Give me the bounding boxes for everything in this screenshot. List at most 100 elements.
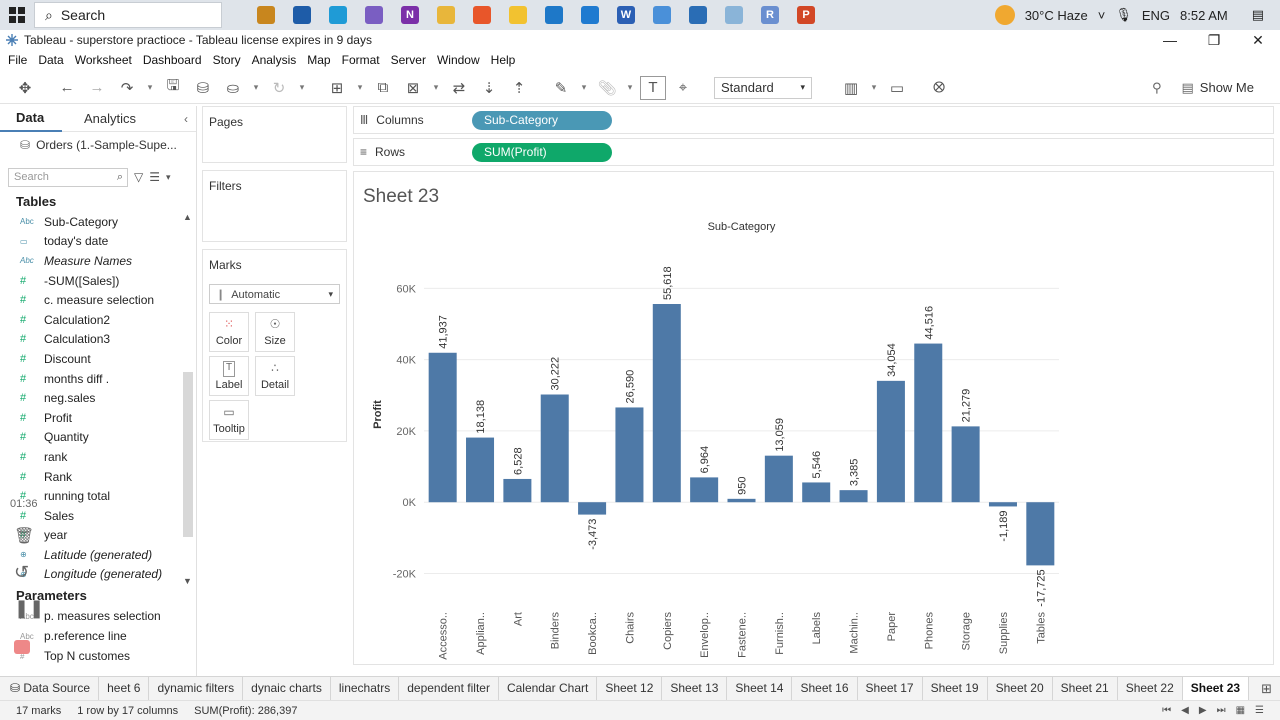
sticky-app-icon[interactable] [572,0,608,30]
onenote-app-icon[interactable]: N [392,0,428,30]
sheet-tab[interactable]: heet 6 [99,676,150,701]
pages-card[interactable]: Pages [202,106,347,163]
view-list-icon[interactable]: ☰ [149,170,160,184]
tab-data[interactable]: Data [0,106,62,132]
marks-tooltip-button[interactable]: ▭ Tooltip [209,400,249,440]
powerpoint-app-icon[interactable]: P [788,0,824,30]
menu-analysis[interactable]: Analysis [252,53,305,67]
rewind-icon[interactable]: ↺ [14,562,29,583]
chevron-down-icon[interactable]: ▾ [296,76,308,100]
rows-shelf[interactable]: ≡ Rows SUM(Profit) [353,138,1274,166]
pin-icon[interactable]: ⚲ [1152,80,1162,96]
show-cards-icon[interactable]: ▥ [838,76,864,100]
chevron-down-icon[interactable]: ▾ [430,76,442,100]
briefcase-app-icon[interactable] [248,0,284,30]
sheet-tab[interactable]: dynamic filters [149,676,244,701]
clock[interactable]: 8:52 AM [1180,8,1228,23]
new-datasource-icon[interactable]: ⛁ [190,76,216,100]
grid-view-icon[interactable]: ▦ [1236,705,1245,716]
sheet-tab[interactable]: Sheet 21 [1053,676,1118,701]
field-item[interactable]: # rank [0,447,196,467]
sheet-tab[interactable]: linechatrs [331,676,400,701]
clear-sheet-icon[interactable]: ⊠ [400,76,426,100]
datasource-item[interactable]: ⛁ Orders (1.-Sample-Supe... [0,132,196,158]
marks-detail-button[interactable]: ∴ Detail [255,356,295,396]
firefox-app-icon[interactable] [464,0,500,30]
sheet-tab[interactable]: Sheet 12 [597,676,663,701]
sheet-tab[interactable]: Sheet 22 [1118,676,1183,701]
presentation-mode-icon[interactable]: ▭ [884,76,910,100]
fit-dropdown[interactable]: Standard ▾ [714,76,812,99]
first-sheet-icon[interactable]: ⏮︎ [1162,705,1171,716]
filter-icon[interactable]: ▽ [134,170,143,184]
prev-sheet-icon[interactable]: ◀ [1181,705,1189,716]
field-item[interactable]: # neg.sales [0,388,196,408]
pause-icon[interactable]: ❚❚ [14,598,44,619]
field-item[interactable]: ⊕ Latitude (generated) [0,545,196,565]
tableau-app-icon[interactable] [644,0,680,30]
notification-icon[interactable]: ▤ [1252,7,1264,23]
field-item[interactable]: # Calculation2 [0,310,196,330]
marks-color-button[interactable]: ⁙ Color [209,312,249,352]
menu-help[interactable]: Help [491,53,524,67]
photos-app-icon[interactable] [680,0,716,30]
new-worksheet-icon[interactable]: ⊞ [324,76,350,100]
share-icon[interactable]: ⭙ [926,76,952,100]
swap-rows-columns-icon[interactable]: ⇄ [446,76,472,100]
field-list-scrollbar[interactable]: ▲ ▼ [183,212,193,586]
store-app-icon[interactable] [284,0,320,30]
chevron-down-icon[interactable]: ▾ [250,76,262,100]
next-sheet-icon[interactable]: ▶ [1199,705,1207,716]
show-mark-labels-icon[interactable]: T [640,75,666,100]
menu-story[interactable]: Story [213,53,249,67]
duplicate-sheet-icon[interactable]: ⧉ [370,76,396,100]
group-members-icon[interactable]: 📎︎ [594,76,620,100]
sub-category-pill[interactable]: Sub-Category [472,110,612,130]
windows-start-icon[interactable] [0,0,34,30]
field-search-input[interactable]: Search ⌕ [8,167,128,187]
save-icon[interactable]: 🖫︎ [160,76,186,100]
close-icon[interactable]: ✕ [1236,32,1280,49]
scroll-down-icon[interactable]: ▼ [183,576,192,586]
menu-worksheet[interactable]: Worksheet [75,53,140,67]
scroll-thumb[interactable] [183,372,193,537]
sheet-tab[interactable]: Sheet 13 [662,676,728,701]
highlight-icon[interactable]: ✎ [548,76,574,100]
menu-dashboard[interactable]: Dashboard [143,53,210,67]
refresh-icon[interactable]: ↻ [266,76,292,100]
chrome-app-icon[interactable] [356,0,392,30]
edge-app-icon[interactable] [320,0,356,30]
tab-analytics[interactable]: Analytics [62,111,136,126]
last-sheet-icon[interactable]: ⏭︎ [1217,705,1226,716]
fix-axes-icon[interactable]: ⌖ [670,76,696,100]
trash-icon[interactable]: 🗑︎ [14,526,34,546]
field-item[interactable]: # c. measure selection [0,290,196,310]
chevron-up-icon[interactable]: ˅ [1098,8,1106,23]
notepad-app-icon[interactable] [716,0,752,30]
sheet-tab[interactable]: Sheet 20 [988,676,1053,701]
paint-app-icon[interactable] [500,0,536,30]
redo-icon[interactable]: → [84,76,110,100]
minimize-icon[interactable]: — [1148,32,1192,49]
marks-size-button[interactable]: ☉ Size [255,312,295,352]
taskbar-search[interactable]: ⌕ Search [34,2,222,28]
sheet-tab[interactable]: Sheet 16 [792,676,858,701]
record-icon[interactable] [14,640,30,654]
scroll-up-icon[interactable]: ▲ [183,212,192,222]
new-worksheet-icon[interactable]: ⊞ [1261,681,1272,697]
tab-data-source[interactable]: ⛁ Data Source [0,676,100,701]
sheet-tab[interactable]: Sheet 23 [1182,676,1250,701]
field-item[interactable]: # Rank [0,467,196,487]
undo-icon[interactable]: ← [54,76,80,100]
chevron-down-icon[interactable]: ▾ [166,172,171,183]
marks-label-button[interactable]: T Label [209,356,249,396]
field-item[interactable]: # Profit [0,408,196,428]
chevron-down-icon[interactable]: ▾ [578,76,590,100]
show-me-button[interactable]: ⚲ ▤ Show Me [1152,80,1280,96]
sheet-tab[interactable]: dependent filter [399,676,499,701]
field-item[interactable]: Abc Measure Names [0,251,196,271]
menu-server[interactable]: Server [391,53,434,67]
microphone-icon[interactable]: 🎙︎ [1115,7,1132,23]
menu-data[interactable]: Data [38,53,71,67]
word-app-icon[interactable]: W [608,0,644,30]
